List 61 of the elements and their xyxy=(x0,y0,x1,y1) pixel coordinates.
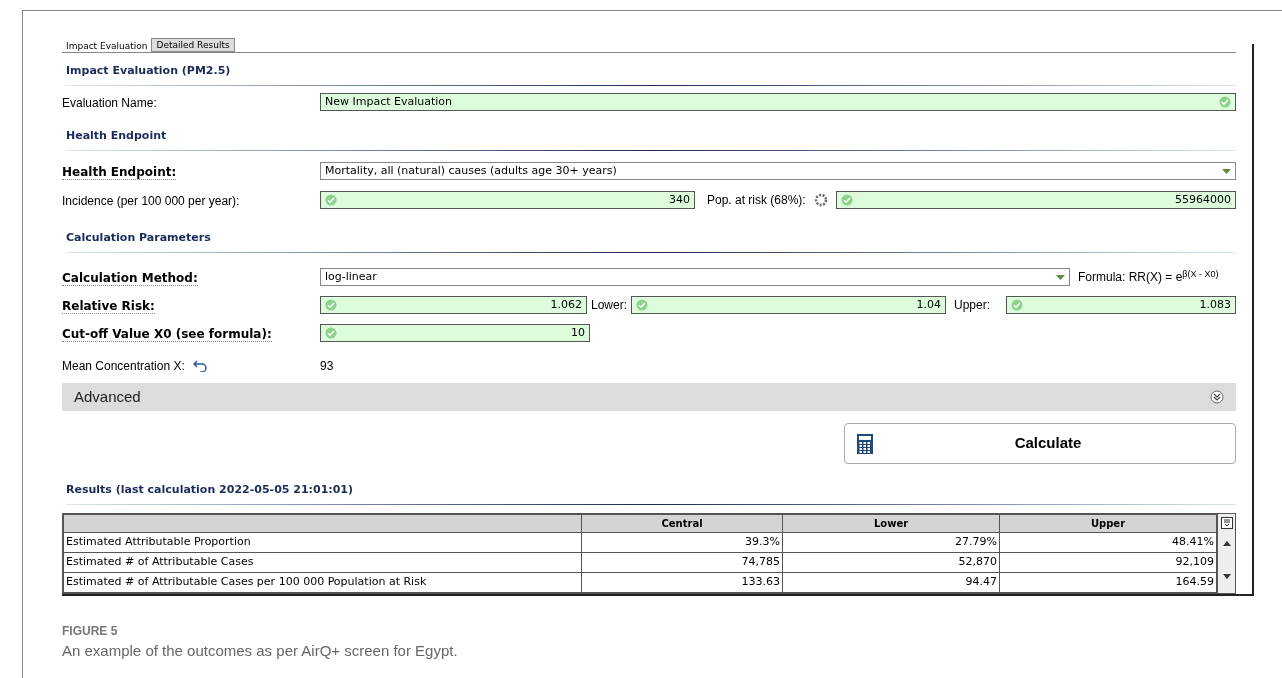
section-heading: Calculation Parameters xyxy=(66,231,211,244)
input-field[interactable]: 1.083 xyxy=(1006,296,1236,314)
check-icon xyxy=(1219,96,1231,108)
field-label: Incidence (per 100 000 per year): xyxy=(62,194,240,208)
dropdown[interactable]: log-linear xyxy=(320,268,1070,286)
field-label: Calculation Method: xyxy=(62,271,198,286)
column-header: Central xyxy=(581,514,783,533)
caret-icon xyxy=(1222,168,1231,174)
check-icon xyxy=(840,194,853,206)
field-label: Upper: xyxy=(954,297,991,314)
table-cell: Estimated # of Attributable Cases per 100 000 Population at Risk xyxy=(63,572,582,593)
calculator-icon xyxy=(857,433,873,454)
caret-icon xyxy=(1056,274,1065,280)
field-label: Health Endpoint: xyxy=(62,165,177,180)
field-value: 93 xyxy=(320,358,334,375)
table-cell: 133.63 xyxy=(581,572,783,593)
scroll-down-icon[interactable] xyxy=(1222,574,1231,579)
tab[interactable]: Detailed Results xyxy=(151,38,235,52)
figure-caption: An example of the outcomes as per AirQ+ screen for Egypt. xyxy=(62,641,458,661)
table-cell: 27.79% xyxy=(782,532,1000,553)
expand-icon xyxy=(1210,390,1224,404)
section-heading: Results (last calculation 2022-05-05 21:01:01) xyxy=(66,483,353,496)
check-icon xyxy=(325,299,337,311)
section-heading: Health Endpoint xyxy=(66,129,167,142)
input-field[interactable]: New Impact Evaluation xyxy=(320,93,1236,111)
table-cell: 74,785 xyxy=(581,552,783,573)
field-label: Pop. at risk (68%): xyxy=(707,192,806,209)
check-icon xyxy=(636,299,649,311)
field-label: Cut-off Value X0 (see formula): xyxy=(62,327,272,342)
undo-arrow-icon xyxy=(192,360,207,372)
input-field[interactable]: 340 xyxy=(320,191,695,209)
scroll-up-icon[interactable] xyxy=(1222,541,1231,546)
figure-label: FIGURE 5 xyxy=(62,623,119,640)
table-cell: 164.59 xyxy=(999,572,1217,593)
input-field[interactable]: 55964000 xyxy=(835,191,1236,209)
input-field[interactable]: 1.04 xyxy=(631,296,947,314)
table-cell: 39.3% xyxy=(581,532,783,553)
section-heading: Impact Evaluation (PM2.5) xyxy=(66,64,231,77)
field-label: Mean Concentration X: xyxy=(62,358,185,375)
table-cell: 92,109 xyxy=(999,552,1217,573)
table-cell: 52,870 xyxy=(782,552,1000,573)
table-cell: 94.47 xyxy=(782,572,1000,593)
calculate-button[interactable]: Calculate xyxy=(844,423,1236,464)
column-chooser-icon[interactable] xyxy=(1220,517,1233,529)
table-cell: Estimated # of Attributable Cases xyxy=(63,552,582,573)
dropdown[interactable]: Mortality, all (natural) causes (adults age 30+ years) xyxy=(320,162,1236,180)
check-icon xyxy=(325,194,337,206)
field-label: Evaluation Name: xyxy=(62,96,157,110)
column-header: Lower xyxy=(782,514,1000,533)
field-label: Lower: xyxy=(591,297,628,314)
input-field[interactable]: 10 xyxy=(320,324,590,342)
advanced-panel-header[interactable]: Advanced xyxy=(62,383,1236,411)
table-cell: 48.41% xyxy=(999,532,1217,553)
check-icon xyxy=(325,327,337,339)
formula-text: Formula: RR(X) = e$^{β(X - X0)}$ xyxy=(1078,268,1220,286)
check-icon xyxy=(1011,299,1024,311)
gear-icon xyxy=(813,193,828,207)
input-field[interactable]: 1.062 xyxy=(320,296,587,314)
table-cell: Estimated Attributable Proportion xyxy=(63,532,582,553)
field-label: Relative Risk: xyxy=(62,299,155,314)
column-header: Upper xyxy=(999,514,1217,533)
